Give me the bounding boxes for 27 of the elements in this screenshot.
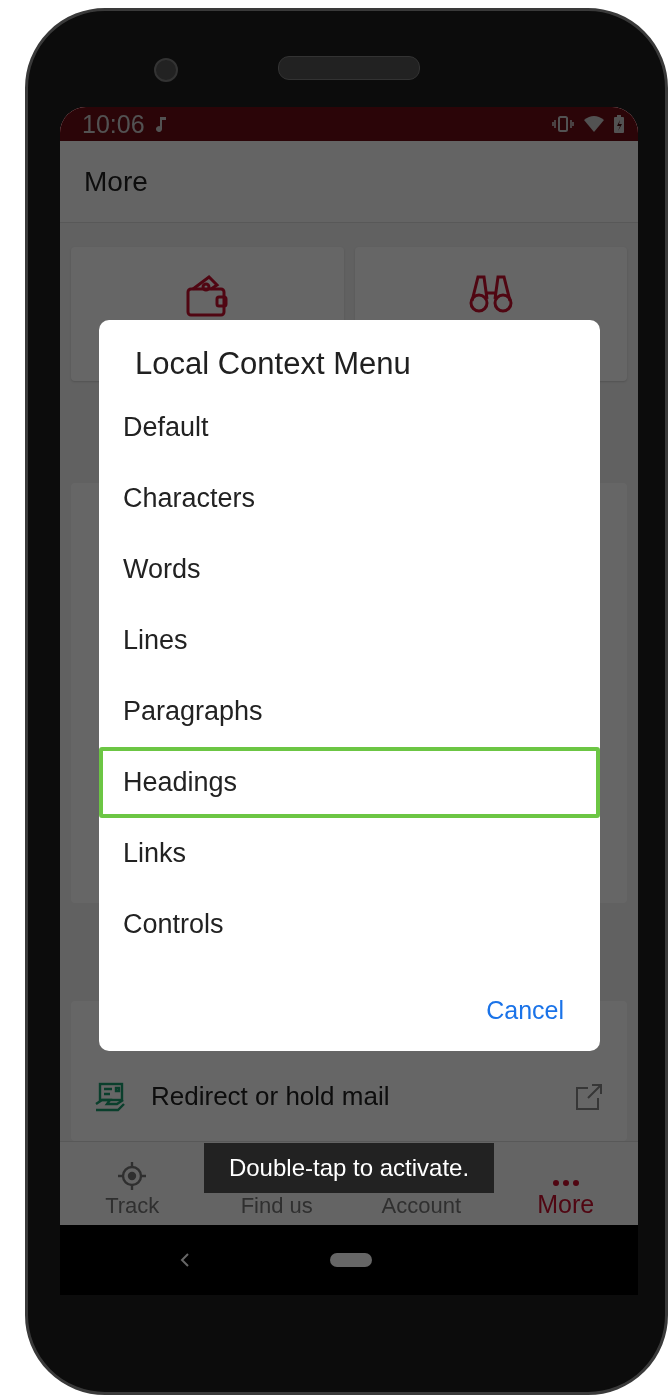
crosshair-icon [117,1161,148,1191]
external-link-icon [575,1082,603,1111]
dialog-title: Local Context Menu [134,346,412,383]
menu-item[interactable]: Links [99,818,600,889]
menu-item[interactable]: Default [99,392,600,463]
app-bar-title: More [84,165,148,198]
vibrate-icon [552,116,574,132]
wifi-icon [584,116,604,132]
menu-item[interactable]: Words [99,534,600,605]
camera-lens [154,58,178,82]
list-row-label: Redirect or hold mail [151,1081,391,1112]
battery-icon [614,115,624,133]
binoculars-icon [467,273,514,313]
back-chevron-icon[interactable] [180,1253,190,1267]
hand-with-card-icon [95,1081,125,1112]
menu-item[interactable]: Characters [99,463,600,534]
home-pill[interactable] [330,1253,372,1267]
music-note-icon [154,116,167,132]
menu-item[interactable]: Headings [99,747,600,818]
menu-item[interactable]: Paragraphs [99,676,600,747]
menu-item[interactable]: Controls [99,889,600,960]
menu-item[interactable]: Lines [99,605,600,676]
wallet-icon [185,273,230,317]
toast-message: Double-tap to activate. [204,1143,494,1193]
cancel-button[interactable]: Cancel [480,992,570,1029]
more-dots-icon [550,1178,581,1188]
status-time: 10:06 [82,109,145,139]
